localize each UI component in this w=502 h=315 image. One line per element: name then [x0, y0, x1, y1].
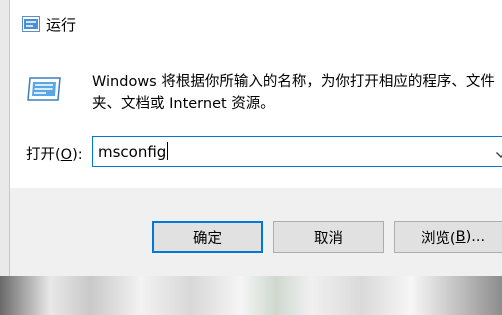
text-caret [167, 142, 169, 160]
open-input[interactable]: msconfig [98, 142, 169, 161]
browse-label-mnemonic: B [455, 229, 466, 245]
browse-label-prefix: 浏览( [420, 230, 456, 247]
dialog-footer: 确定 取消 浏览(B)... [10, 188, 502, 276]
chevron-down-icon[interactable] [495, 145, 502, 158]
open-label: 打开(O): [26, 143, 83, 164]
title-bar[interactable]: 运行 [10, 0, 502, 48]
browse-label-suffix: )... [465, 229, 486, 245]
open-label-mnemonic: O [60, 147, 73, 163]
browse-button[interactable]: 浏览(B)... [394, 221, 502, 253]
run-icon [22, 16, 40, 32]
open-label-suffix: ): [72, 147, 83, 163]
open-combobox[interactable]: msconfig [92, 136, 502, 167]
window-title: 运行 [46, 16, 77, 34]
desktop-background-left [0, 0, 9, 276]
dialog-description: Windows 将根据你所输入的名称，为你打开相应的程序、文件夹、文档或 Int… [92, 74, 495, 112]
ok-button[interactable]: 确定 [152, 221, 263, 253]
open-input-value: msconfig [98, 143, 167, 161]
cancel-button[interactable]: 取消 [273, 221, 384, 253]
run-dialog: 运行 Windows 将根据你所输入的名称，为你打开相应的程序、文件夹、文档或 … [9, 0, 502, 276]
run-program-icon [26, 74, 62, 104]
dialog-body: Windows 将根据你所输入的名称，为你打开相应的程序、文件夹、文档或 Int… [10, 48, 502, 188]
taskbar-blur [0, 276, 502, 315]
open-label-prefix: 打开( [26, 147, 61, 163]
